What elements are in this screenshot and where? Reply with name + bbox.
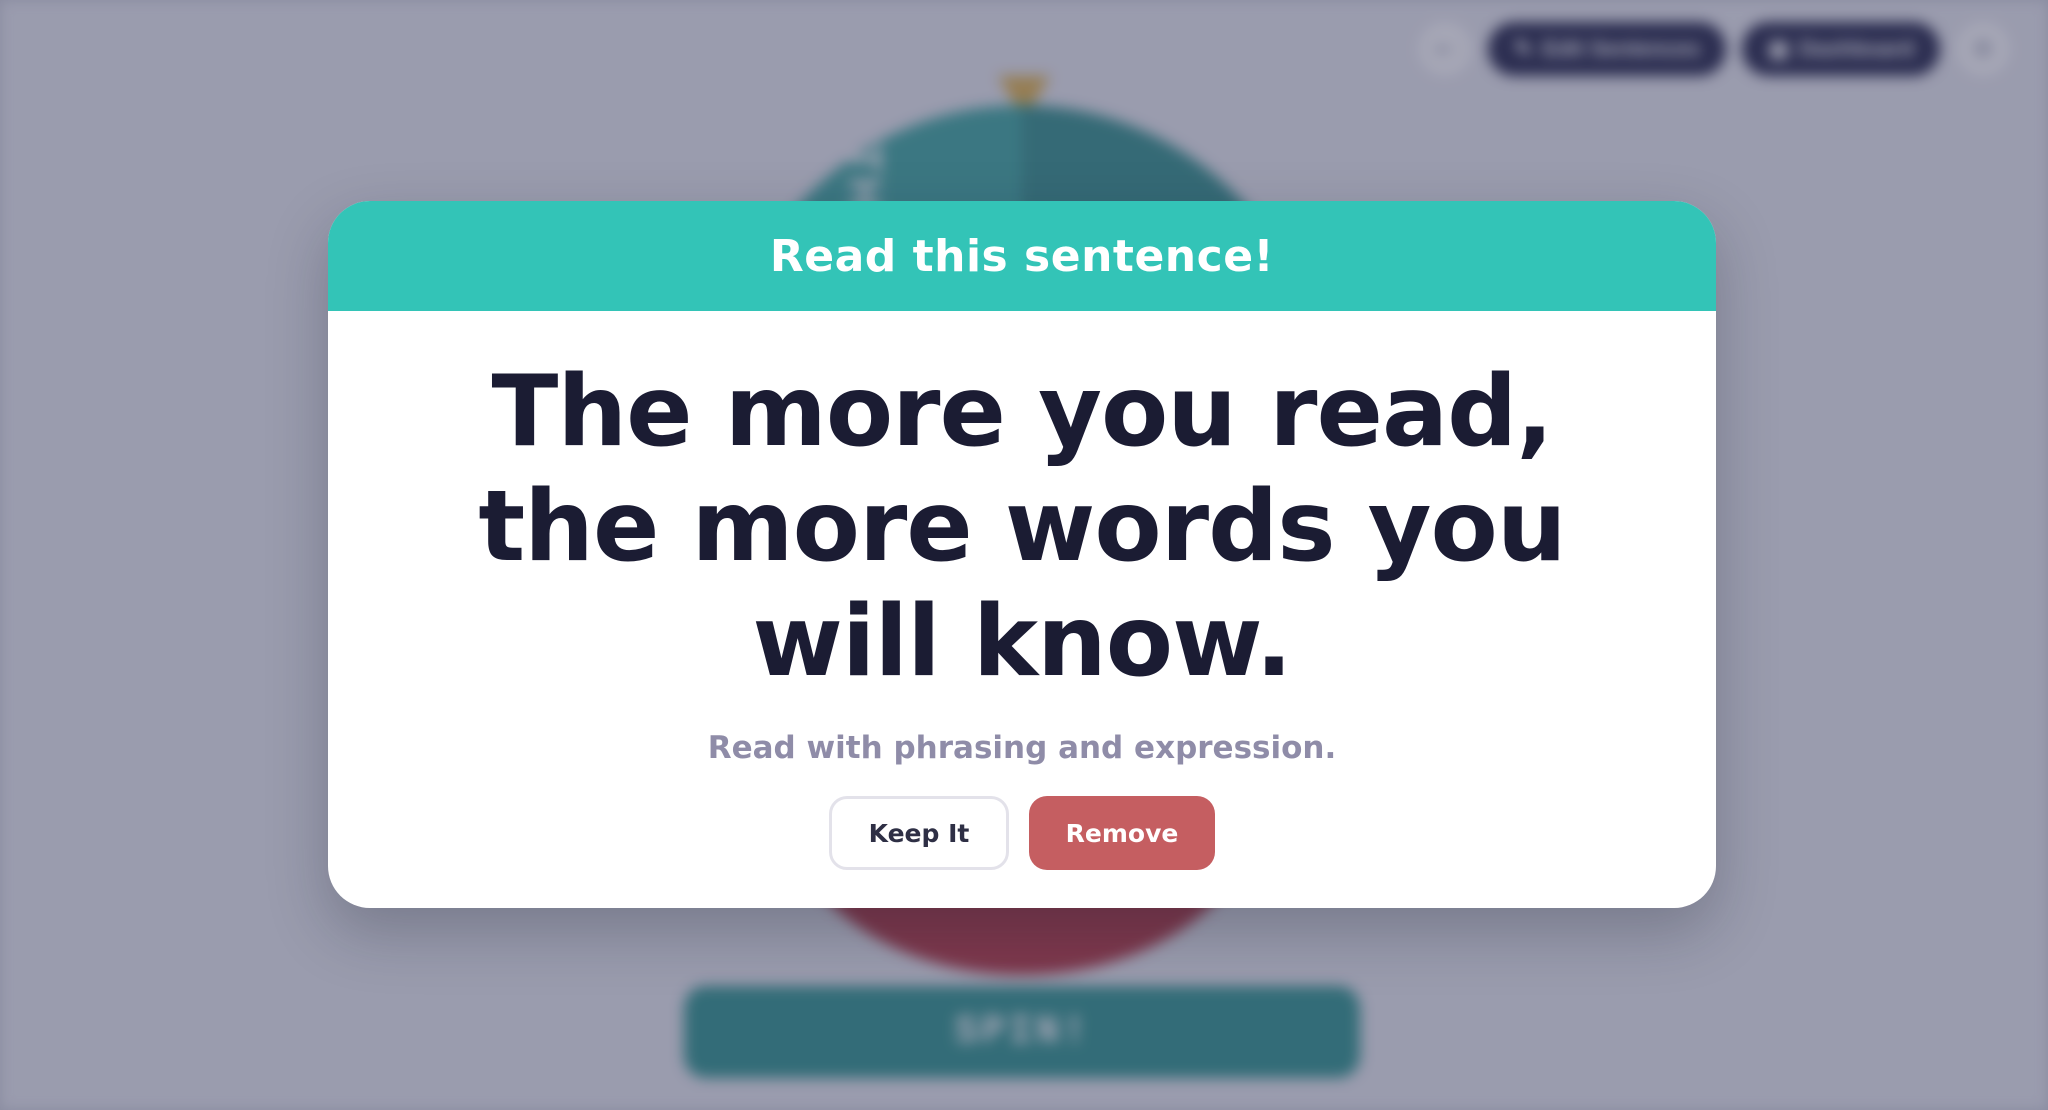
remove-button[interactable]: Remove (1029, 796, 1215, 870)
sentence-modal: Read this sentence! The more you read, t… (328, 201, 1716, 908)
app-page: ← ✎ Edit Sentences ▦ Dashboard ⚙ THE YA … (0, 0, 2048, 1110)
modal-actions: Keep It Remove (829, 796, 1215, 870)
modal-header: Read this sentence! (328, 201, 1716, 311)
modal-title: Read this sentence! (769, 230, 1275, 282)
sentence-text: The more you read, the more words you wi… (478, 355, 1566, 699)
modal-body: The more you read, the more words you wi… (328, 311, 1716, 870)
keep-it-button[interactable]: Keep It (829, 796, 1009, 870)
reading-hint: Read with phrasing and expression. (707, 730, 1337, 766)
